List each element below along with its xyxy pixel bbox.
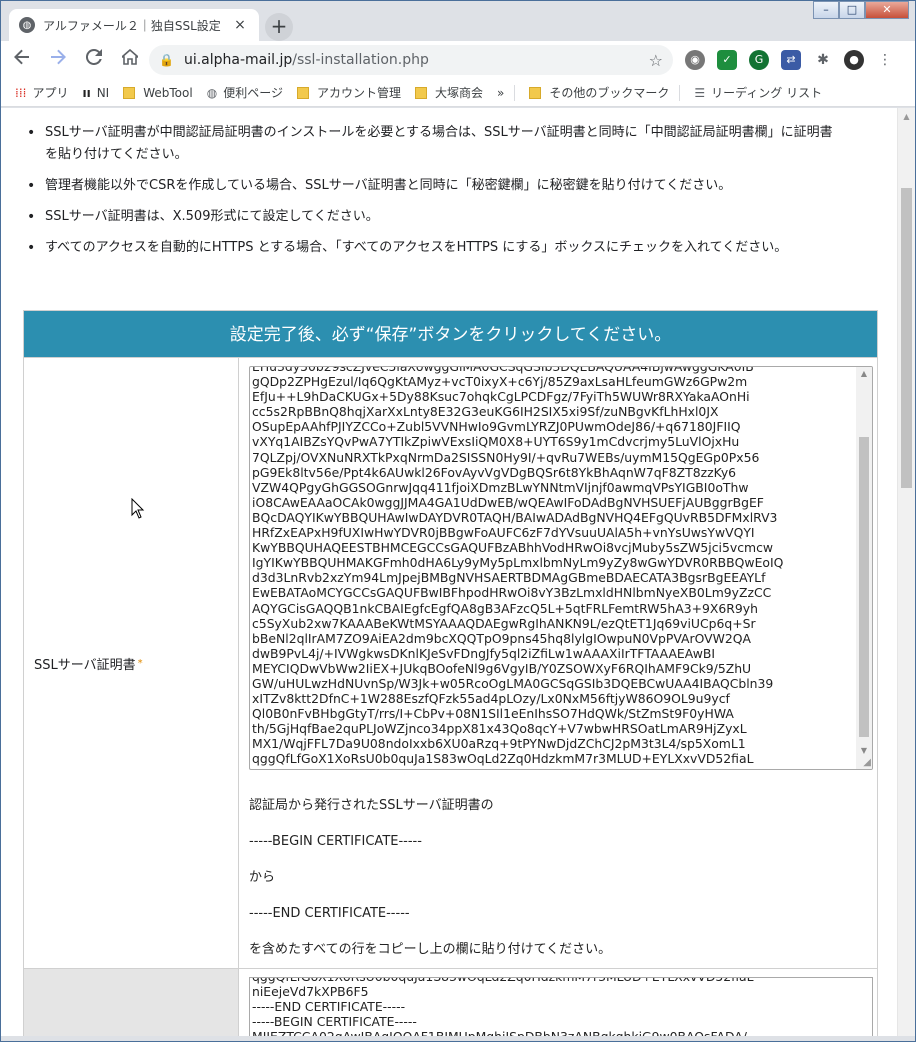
- active-tab[interactable]: ◍ アルファメール２｜独自SSL設定 ×: [9, 9, 259, 41]
- tab-close-button[interactable]: ×: [231, 17, 249, 33]
- reload-icon: [85, 48, 102, 65]
- home-button[interactable]: [115, 45, 145, 75]
- bookmark-label: その他のブックマーク: [549, 86, 670, 100]
- globe-icon: ◍: [206, 85, 218, 100]
- help-line: -----BEGIN CERTIFICATE-----: [249, 834, 422, 849]
- bookmark-account[interactable]: アカウント管理: [296, 84, 401, 101]
- folder-icon: [296, 86, 309, 99]
- bookmark-label: 大塚商会: [434, 86, 483, 100]
- apps-grid-icon: ⁞⁞⁞: [15, 85, 27, 100]
- required-mark: *: [137, 657, 143, 669]
- avatar[interactable]: ●: [844, 50, 864, 70]
- textarea-scrollbar[interactable]: ▲ ▼: [856, 367, 872, 769]
- help-line: 認証局から発行されたSSLサーバ証明書の: [249, 798, 494, 813]
- bookmark-star-icon[interactable]: ☆: [649, 51, 663, 70]
- grammar-extension-icon[interactable]: G: [749, 50, 769, 70]
- puzzle-icon[interactable]: ✱: [813, 50, 833, 70]
- ssl-config-table: 設定完了後、必ず“保存”ボタンをクリックしてください。 SSLサーバ証明書 * E…: [23, 310, 878, 1036]
- ssl-cert-value: EHu3dy50b29scZJveC5iaXowggGiMA0GCSqGSIb3…: [239, 358, 877, 968]
- resize-grip-icon[interactable]: ◢: [863, 757, 871, 768]
- bookmark-apps[interactable]: ⁞⁞⁞ アプリ: [15, 84, 68, 101]
- help-line: から: [249, 870, 276, 885]
- note-item: SSLサーバ証明書が中間認証局証明書のインストールを必要とする場合は、SSLサー…: [25, 122, 841, 166]
- page-scrollbar[interactable]: ▲: [897, 108, 915, 1036]
- arrow-left-icon: [14, 49, 29, 65]
- reading-list-icon: ☰: [694, 85, 706, 100]
- new-tab-button[interactable]: +: [265, 13, 293, 41]
- bookmark-divider: [679, 84, 681, 101]
- minimize-button[interactable]: –: [813, 1, 839, 19]
- note-item: すべてのアクセスを自動的にHTTPS とする場合、「すべてのアクセスをHTTPS…: [25, 237, 841, 259]
- forward-button[interactable]: [43, 45, 73, 75]
- browser-window: ◍ アルファメール２｜独自SSL設定 × + – □ ✕ 🔒 ui.alpha-…: [0, 0, 916, 1042]
- tab-title: アルファメール２｜独自SSL設定: [43, 18, 221, 33]
- home-icon: [119, 48, 141, 65]
- ssl-cert-help: 認証局から発行されたSSLサーバ証明書の -----BEGIN CERTIFIC…: [249, 796, 873, 960]
- help-line: -----END CERTIFICATE-----: [249, 906, 410, 921]
- chevron-double-icon: »: [496, 85, 505, 100]
- menu-kebab-icon[interactable]: ⋮: [875, 50, 895, 70]
- reload-button[interactable]: [79, 45, 109, 75]
- arrow-right-icon: [51, 49, 66, 65]
- folder-icon: [529, 86, 542, 99]
- intermediate-cert-textarea[interactable]: qggQfLfGoX1XoRsU0b0quJa1S83wOqLd2Zq0Hdzk…: [249, 977, 873, 1036]
- ni-icon: ıı: [82, 85, 91, 100]
- url-text: ui.alpha-mail.jp/ssl-installation.php: [183, 52, 429, 68]
- scroll-up-icon[interactable]: ▲: [898, 108, 915, 125]
- bookmark-otsuka[interactable]: 大塚商会: [414, 84, 483, 101]
- scrollbar-thumb[interactable]: [859, 437, 869, 737]
- window-close-button[interactable]: ✕: [865, 1, 909, 19]
- address-bar[interactable]: 🔒 ui.alpha-mail.jp/ssl-installation.php …: [149, 45, 673, 75]
- note-item: SSLサーバ証明書は、X.509形式にて設定してください。: [25, 206, 841, 228]
- ssl-cert-label: SSLサーバ証明書 *: [24, 358, 239, 968]
- ssl-cert-label-text: SSLサーバ証明書: [34, 657, 136, 673]
- maximize-button[interactable]: □: [839, 1, 865, 19]
- bookmark-label: アプリ: [32, 86, 69, 100]
- page-scrollbar-thumb[interactable]: [901, 188, 912, 488]
- intermediate-cert-label: [24, 969, 239, 1036]
- page-viewport: SSLサーバ証明書が中間認証局証明書のインストールを必要とする場合は、SSLサー…: [1, 108, 897, 1036]
- bookmark-label: リーディング リスト: [711, 86, 823, 100]
- mouse-cursor-icon: [131, 498, 145, 519]
- bookmark-ni[interactable]: ıı NI: [82, 86, 109, 100]
- bookmark-label: アカウント管理: [316, 86, 401, 100]
- intermediate-cert-value: qggQfLfGoX1XoRsU0b0quJa1S83wOqLd2Zq0Hdzk…: [239, 969, 877, 1036]
- bookmark-reading-list[interactable]: ☰ リーディング リスト: [694, 84, 822, 101]
- scroll-up-icon[interactable]: ▲: [856, 369, 872, 378]
- bookmark-divider: [514, 84, 516, 101]
- folder-icon: [123, 86, 136, 99]
- checkmark-extension-icon[interactable]: ✓: [717, 50, 737, 70]
- note-item: 管理者機能以外でCSRを作成している場合、SSLサーバ証明書と同時に「秘密鍵欄」…: [25, 175, 841, 197]
- ssl-cert-textarea[interactable]: EHu3dy50b29scZJveC5iaXowggGiMA0GCSqGSIb3…: [249, 366, 873, 770]
- back-button[interactable]: [7, 45, 37, 75]
- scroll-down-icon[interactable]: ▼: [856, 746, 872, 755]
- ssl-cert-text: EHu3dy50b29scZJveC5iaXowggGiMA0GCSqGSIb3…: [252, 366, 784, 769]
- extension-icon[interactable]: ◉: [685, 50, 705, 70]
- ssl-cert-row: SSLサーバ証明書 * EHu3dy50b29scZJveC5iaXowggGiM…: [23, 358, 878, 969]
- bookmark-overflow[interactable]: »: [497, 86, 504, 100]
- save-reminder-banner: 設定完了後、必ず“保存”ボタンをクリックしてください。: [23, 310, 878, 358]
- bookmark-webtool[interactable]: WebTool: [123, 85, 193, 100]
- intermediate-cert-text: qggQfLfGoX1XoRsU0b0quJa1S83wOqLd2Zq0Hdzk…: [252, 978, 753, 1036]
- bookmarks-bar: ⁞⁞⁞ アプリ ıı NI WebTool ◍ 便利ページ アカウント管理 大塚…: [1, 79, 915, 107]
- lock-icon: 🔒: [159, 53, 174, 67]
- help-line: を含めたすべての行をコピーし上の欄に貼り付けてください。: [249, 942, 612, 957]
- browser-toolbar: 🔒 ui.alpha-mail.jp/ssl-installation.php …: [1, 41, 915, 79]
- folder-icon: [414, 86, 427, 99]
- bookmark-label: WebTool: [143, 85, 193, 100]
- bookmark-label: NI: [96, 85, 110, 100]
- window-controls: – □ ✕: [813, 1, 909, 19]
- bookmark-other[interactable]: その他のブックマーク: [529, 84, 669, 101]
- bookmark-label: 便利ページ: [223, 86, 283, 100]
- notes-list: SSLサーバ証明書が中間認証局証明書のインストールを必要とする場合は、SSLサー…: [1, 108, 841, 259]
- tab-strip: ◍ アルファメール２｜独自SSL設定 × + – □ ✕: [1, 1, 915, 41]
- globe-icon: ◍: [19, 17, 35, 33]
- bookmark-benri[interactable]: ◍ 便利ページ: [207, 84, 283, 101]
- translate-extension-icon[interactable]: ⇄: [781, 50, 801, 70]
- intermediate-cert-row: qggQfLfGoX1XoRsU0b0quJa1S83wOqLd2Zq0Hdzk…: [23, 969, 878, 1036]
